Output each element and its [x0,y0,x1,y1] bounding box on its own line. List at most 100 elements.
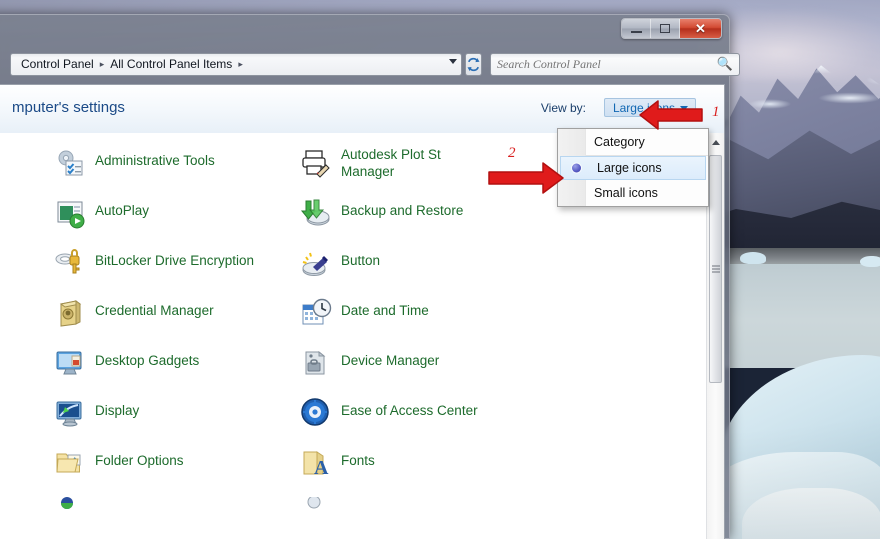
address-dropdown-icon[interactable] [449,58,457,64]
control-panel-item-backup-and-restore[interactable]: Backup and Restore [296,193,542,243]
item-label: AutoPlay [95,203,150,218]
view-by-label: View by: [540,101,586,115]
item-label: BitLocker Drive Encryption [95,253,255,268]
control-panel-item-bitlocker-drive-encryption[interactable]: BitLocker Drive Encryption [50,243,296,293]
item-label: Fonts [341,453,375,468]
item-label: Folder Options [95,453,184,468]
partial-icon [54,497,86,529]
svg-text:A: A [314,457,329,479]
control-panel-item-partial[interactable] [50,493,296,539]
menu-item-label: Small icons [594,186,658,200]
breadcrumb-item-control-panel[interactable]: Control Panel [17,55,98,73]
control-panel-item-autoplay[interactable]: AutoPlay [50,193,296,243]
plotter-icon [300,147,332,179]
autoplay-icon [54,197,86,229]
grid-spacer [542,443,706,493]
content-header-band: mputer's settings View by: Large icons [0,85,724,133]
menu-item-category[interactable]: Category [558,129,708,155]
item-label: Desktop Gadgets [95,353,200,368]
grid-spacer [542,343,706,393]
maximize-button[interactable] [651,19,680,38]
item-label: Ease of Access Center [341,403,478,418]
grid-spacer [542,243,706,293]
ease-of-access-icon [300,397,332,429]
credential-manager-icon [54,297,86,329]
control-panel-item-partial[interactable] [0,493,50,539]
display-icon [54,397,86,429]
scroll-up-button[interactable] [707,133,724,151]
item-label: Administrative Tools [95,153,215,168]
page-title: mputer's settings [12,99,125,116]
control-panel-item-folder-options[interactable]: Folder Options [50,443,296,493]
control-panel-item-button[interactable]: Button [296,243,542,293]
chevron-up-icon [711,139,720,145]
maximize-icon [660,24,670,33]
control-panel-item-desktop-gadgets[interactable]: Desktop Gadgets [50,343,296,393]
window-control-buttons: ✕ [621,18,722,39]
control-panel-item-default-programs[interactable]: Programs [0,343,50,393]
partial-icon [300,495,332,529]
breadcrumb: Control Panel ▸ All Control Panel Items … [11,55,245,73]
annotation-label-1: 1 [712,104,720,120]
device-manager-icon [300,347,332,379]
radio-selected-icon [572,163,581,173]
close-button[interactable]: ✕ [680,19,721,38]
control-panel-item-color-management[interactable]: anagement [0,293,50,343]
annotation-arrow-1 [639,100,703,130]
item-label-line2: Manager [341,164,395,179]
breadcrumb-separator-icon[interactable]: ▸ [236,59,245,70]
address-bar-row: Control Panel ▸ All Control Panel Items … [0,50,740,78]
minimize-icon [630,30,642,33]
grid-spacer [542,393,706,443]
control-panel-item-devices-and-printers[interactable]: and Printers [0,393,50,443]
item-label: Display [95,403,140,418]
control-panel-item-device-manager[interactable]: Device Manager [296,343,542,393]
breadcrumb-item-all-control-panel-items[interactable]: All Control Panel Items [106,55,236,73]
control-panel-item-flash-player[interactable]: ayer (32-bit) [0,443,50,493]
item-label: Device Manager [341,353,440,368]
close-icon: ✕ [695,20,706,36]
folder-options-icon [54,447,86,479]
minimize-button[interactable] [622,19,651,38]
refresh-icon [467,57,480,71]
scrollbar-thumb[interactable] [709,155,722,383]
control-panel-item-fonts[interactable]: A Fonts [296,443,542,493]
item-label: Date and Time [341,303,429,318]
control-panel-item-credential-manager[interactable]: Credential Manager [50,293,296,343]
control-panel-item-administrative-tools[interactable]: Administrative Tools [50,143,296,193]
address-bar[interactable]: Control Panel ▸ All Control Panel Items … [10,52,462,76]
grid-spacer [542,293,706,343]
control-panel-item-partial[interactable] [296,493,542,539]
menu-item-label: Category [594,135,645,149]
annotation-arrow-2 [488,162,564,194]
control-panel-window: ✕ Control Panel ▸ All Control Panel Item… [0,14,740,539]
menu-item-label: Large icons [597,161,662,175]
control-panel-item-odbc-administrator[interactable]: ministrator (32-bit) [0,243,50,293]
control-panel-item-action-center[interactable]: ! Center [0,143,50,193]
control-panel-item-display[interactable]: Display [50,393,296,443]
refresh-button[interactable] [465,52,482,76]
admin-tools-icon [54,147,86,179]
bitlocker-icon [54,247,86,279]
breadcrumb-separator-icon[interactable]: ▸ [98,59,107,70]
search-box[interactable]: 🔍 [490,52,740,76]
item-label: Backup and Restore [341,203,464,218]
control-panel-item-date-and-time[interactable]: Date and Time [296,293,542,343]
search-icon: 🔍 [716,56,733,71]
item-label: Autodesk Plot St Manager [341,146,441,180]
annotation-label-2: 2 [508,145,516,161]
window-title-bar[interactable]: ✕ [0,14,730,42]
item-label-line1: Autodesk Plot St [341,147,441,162]
control-panel-item-autodesk-plotter-manager[interactable]: k Plotter Manager [0,193,50,243]
menu-item-large-icons[interactable]: Large icons [560,156,706,180]
backup-restore-icon [300,197,332,229]
item-label: Button [341,253,381,268]
search-input[interactable] [497,56,717,72]
item-label: Credential Manager [95,303,214,318]
desktop-gadgets-icon [54,347,86,379]
control-panel-item-ease-of-access-center[interactable]: Ease of Access Center [296,393,542,443]
grid-spacer [542,493,706,539]
view-by-dropdown-menu[interactable]: Category Large icons Small icons [557,128,709,207]
menu-item-small-icons[interactable]: Small icons [558,180,708,206]
scrollbar-grip-icon [711,264,720,275]
